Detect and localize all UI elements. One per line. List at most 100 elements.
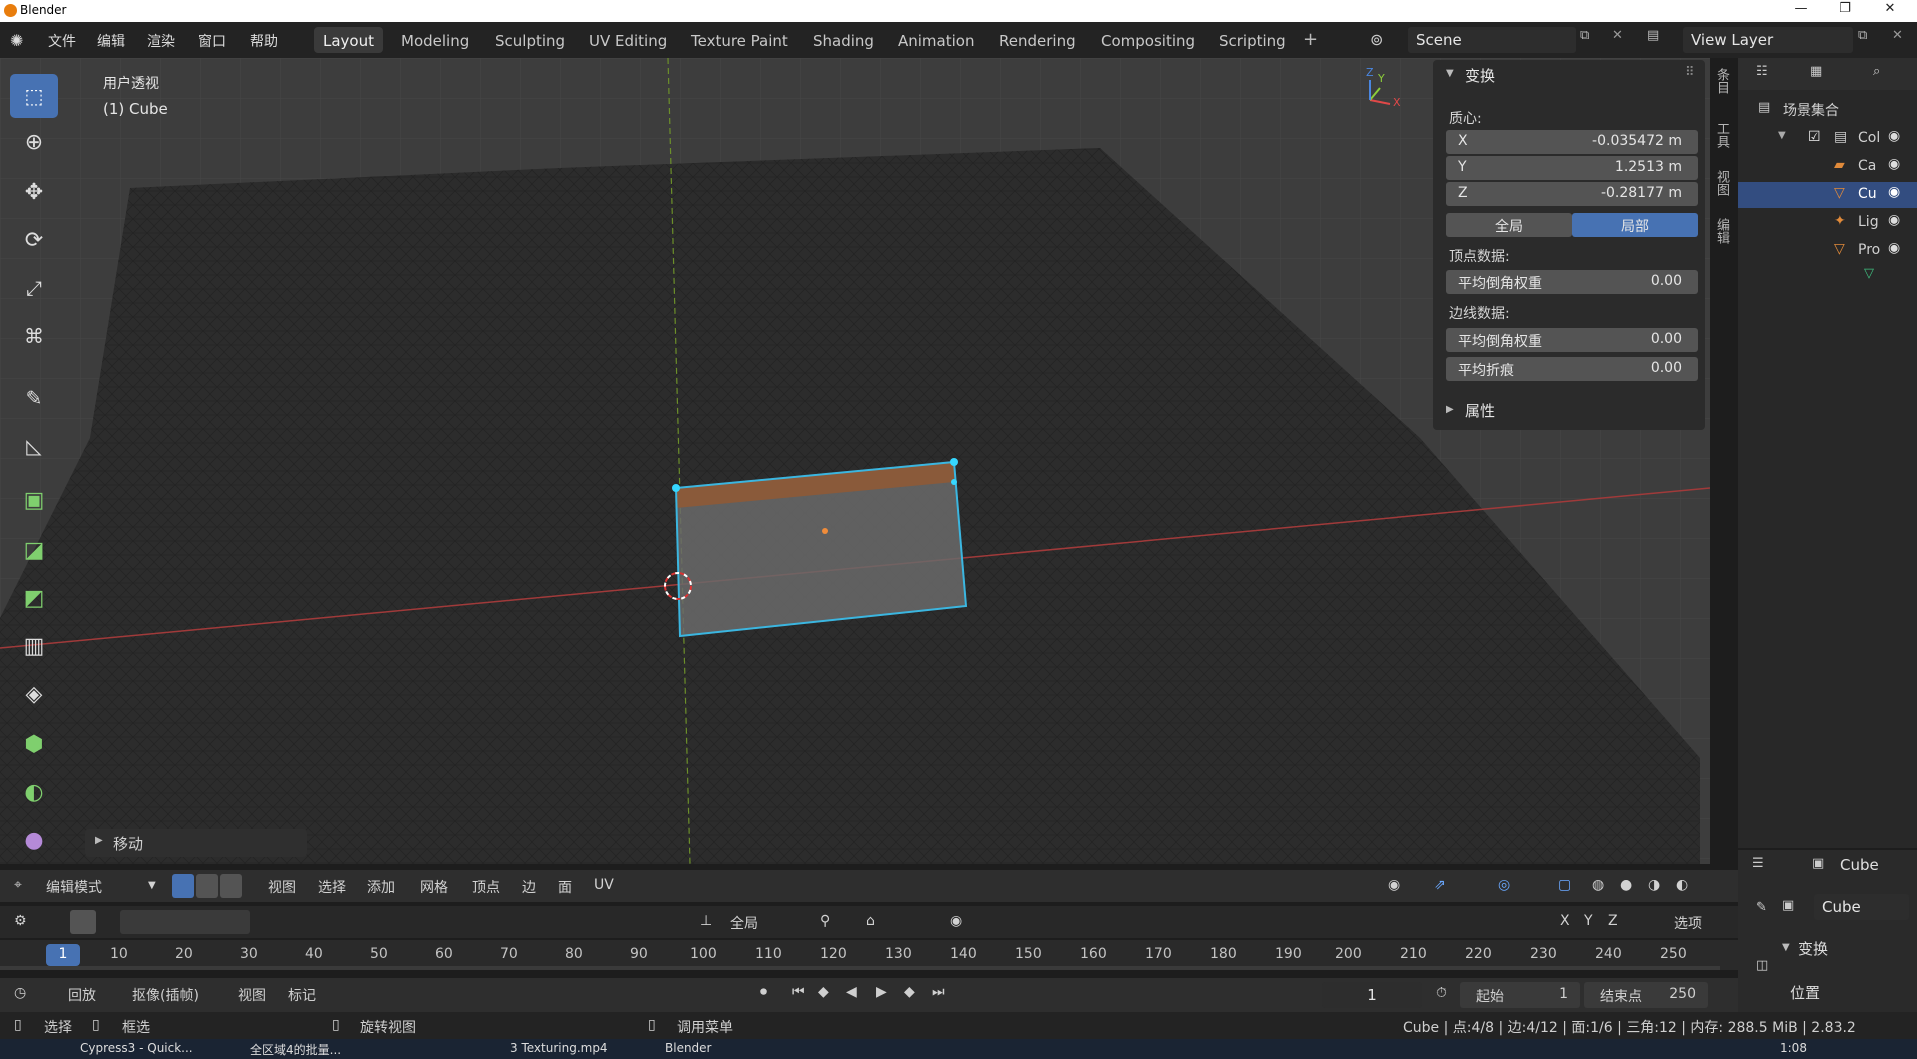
tab-shading[interactable]: Shading xyxy=(804,27,883,53)
inset-tool[interactable]: ◪ xyxy=(10,528,58,572)
eye-icon[interactable]: ◉ xyxy=(1888,212,1900,228)
gizmo-icon[interactable]: ⇗ xyxy=(1434,877,1446,893)
timeline-ruler[interactable]: 1 10 20 30 40 50 60 70 80 90 100 110 120… xyxy=(0,940,1738,970)
poly-build-tool[interactable]: ⬢ xyxy=(10,722,58,766)
search-icon[interactable]: ⌕ xyxy=(1873,64,1880,79)
bevel-tool[interactable]: ◩ xyxy=(10,576,58,620)
menu-mesh[interactable]: 网格 xyxy=(420,877,448,897)
checkbox-icon[interactable]: ☑ xyxy=(1808,129,1821,145)
delete-scene-icon[interactable]: ✕ xyxy=(1612,28,1623,43)
material-shading-icon[interactable]: ◑ xyxy=(1648,877,1660,893)
menu-uv[interactable]: UV xyxy=(594,877,614,893)
select-mode-buttons[interactable] xyxy=(120,910,250,934)
blender-menu-icon[interactable]: ✺ xyxy=(10,31,23,50)
editor-type-icon[interactable]: ☰ xyxy=(1752,856,1764,871)
collapse-icon[interactable]: ▼ xyxy=(1446,68,1454,79)
knife-tool[interactable]: ◈ xyxy=(10,672,58,716)
smooth-tool[interactable]: ● xyxy=(10,818,58,862)
play-icon[interactable]: ▶ xyxy=(876,984,887,1000)
tab-compositing[interactable]: Compositing xyxy=(1092,27,1204,53)
tab-sculpting[interactable]: Sculpting xyxy=(486,27,574,53)
menu-view[interactable]: 视图 xyxy=(268,877,296,897)
tool-icon[interactable]: ✎ xyxy=(1756,900,1767,915)
expand-attributes-icon[interactable]: ▶ xyxy=(1446,404,1454,415)
menu-face[interactable]: 面 xyxy=(558,877,572,897)
vertex-bevel-weight-field[interactable]: 平均倒角权重 0.00 xyxy=(1446,270,1698,294)
median-x-field[interactable]: X -0.035472 m xyxy=(1446,130,1698,154)
loop-cut-tool[interactable]: ▥ xyxy=(10,624,58,668)
select-tool-icon[interactable] xyxy=(70,910,96,934)
tab-layout[interactable]: Layout xyxy=(314,27,383,53)
visibility-icon[interactable]: ◉ xyxy=(1388,877,1400,893)
display-mode-icon[interactable]: ☷ xyxy=(1756,64,1768,79)
tab-scripting[interactable]: Scripting xyxy=(1210,27,1295,53)
last-operator-panel[interactable]: ▶ 移动 xyxy=(85,829,307,857)
menu-add[interactable]: 添加 xyxy=(367,877,395,897)
median-z-field[interactable]: Z -0.28177 m xyxy=(1446,182,1698,206)
prev-keyframe-icon[interactable]: ◆ xyxy=(818,984,829,1000)
mirror-z-toggle[interactable]: Z xyxy=(1608,913,1618,929)
solid-shading-icon[interactable]: ● xyxy=(1620,877,1632,893)
mirror-y-toggle[interactable]: Y xyxy=(1584,913,1593,929)
playback-dropdown[interactable]: 回放 xyxy=(68,985,96,1005)
menu-window[interactable]: 窗口 xyxy=(198,31,226,51)
editor-type-icon[interactable]: ⌖ xyxy=(14,877,22,893)
tab-view[interactable]: 视图 xyxy=(1709,170,1731,196)
jump-start-icon[interactable]: ⏮ xyxy=(792,984,805,1000)
tab-uv-editing[interactable]: UV Editing xyxy=(580,27,676,53)
wireframe-shading-icon[interactable]: ◍ xyxy=(1592,877,1604,893)
rotate-tool[interactable]: ⟳ xyxy=(10,218,58,262)
view-layer-field[interactable]: View Layer xyxy=(1683,27,1853,53)
transform-panel-title[interactable]: 变换 xyxy=(1465,65,1495,86)
overlay-icon[interactable]: ◎ xyxy=(1498,877,1510,893)
scene-collection-label[interactable]: 场景集合 xyxy=(1783,100,1839,120)
menu-select[interactable]: 选择 xyxy=(318,877,346,897)
eye-icon[interactable]: ◉ xyxy=(1888,184,1900,200)
render-icon[interactable]: ◫ xyxy=(1756,958,1768,973)
eye-icon[interactable]: ◉ xyxy=(1888,156,1900,172)
timeline-scrollbar[interactable] xyxy=(0,966,1720,970)
mesh-data-icon[interactable]: ▽ xyxy=(1864,266,1874,281)
menu-render[interactable]: 渲染 xyxy=(147,31,175,51)
play-reverse-icon[interactable]: ◀ xyxy=(846,984,857,1000)
extrude-tool[interactable]: ▣ xyxy=(10,478,58,522)
menu-vertex[interactable]: 顶点 xyxy=(472,877,500,897)
tool-settings-icon[interactable]: ⚙ xyxy=(14,913,27,929)
taskbar-item-2[interactable]: 全区域4的批量... xyxy=(250,1041,341,1058)
xray-icon[interactable]: ▢ xyxy=(1558,877,1571,893)
taskbar-item-4[interactable]: Blender xyxy=(665,1041,712,1055)
add-workspace-icon[interactable]: + xyxy=(1303,29,1318,50)
view-layer-icon[interactable]: ▤ xyxy=(1647,28,1659,43)
mirror-x-toggle[interactable]: X xyxy=(1560,913,1570,929)
move-tool[interactable]: ✥ xyxy=(10,170,58,214)
annotate-tool[interactable]: ✎ xyxy=(10,376,58,420)
outliner-row-collection[interactable]: ▼ ☑ ▤ Col ◉ xyxy=(1738,126,1917,152)
proportional-edit-icon[interactable]: ◉ xyxy=(950,913,962,929)
outliner-row-cube[interactable]: ▽ Cu ◉ xyxy=(1738,182,1917,208)
measure-tool[interactable]: ◺ xyxy=(10,424,58,468)
filter-icon[interactable]: ▦ xyxy=(1810,64,1822,79)
menu-file[interactable]: 文件 xyxy=(48,31,76,51)
gizmo-z-label[interactable]: Z xyxy=(1366,66,1374,79)
select-box-tool[interactable]: ⬚ xyxy=(10,74,58,118)
face-select-mode[interactable] xyxy=(220,874,242,898)
orientation-dropdown[interactable]: 全局 xyxy=(730,913,758,933)
new-view-layer-icon[interactable]: ⧉ xyxy=(1858,28,1867,43)
tab-rendering[interactable]: Rendering xyxy=(990,27,1085,53)
cursor-tool[interactable]: ⊕ xyxy=(10,120,58,164)
rendered-shading-icon[interactable]: ◐ xyxy=(1676,877,1688,893)
keying-dropdown[interactable]: 抠像(插帧) xyxy=(132,985,199,1005)
transform-tool[interactable]: ⌘ xyxy=(10,314,58,358)
props-transform-title[interactable]: 变换 xyxy=(1798,938,1828,959)
mode-dropdown[interactable]: 编辑模式 xyxy=(46,877,102,897)
timeline-editor-icon[interactable]: ◷ xyxy=(14,985,26,1001)
record-icon[interactable]: ⏺ xyxy=(760,984,767,1000)
outliner-row-light[interactable]: ✦ Lig ◉ xyxy=(1738,210,1917,236)
tab-edit[interactable]: 编辑 xyxy=(1709,218,1731,244)
timeline-view-menu[interactable]: 视图 xyxy=(238,985,266,1005)
edge-bevel-weight-field[interactable]: 平均倒角权重 0.00 xyxy=(1446,328,1698,352)
scene-field[interactable]: Scene xyxy=(1408,27,1576,53)
vertex-select-mode[interactable] xyxy=(172,874,194,898)
global-toggle[interactable]: 全局 xyxy=(1446,213,1572,237)
minimize-button[interactable]: — xyxy=(1781,1,1821,21)
